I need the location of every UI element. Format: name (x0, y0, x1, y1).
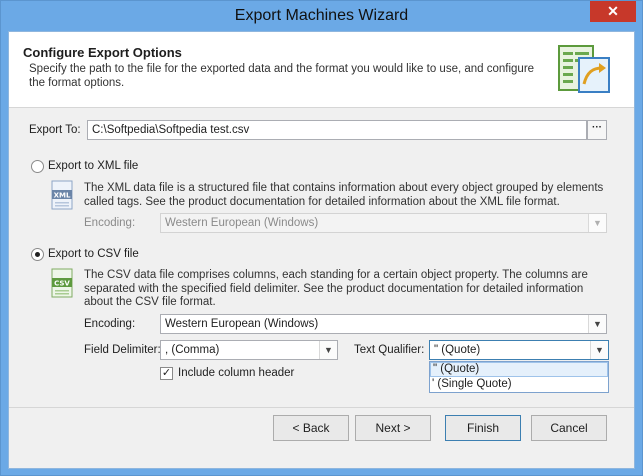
xml-encoding-select: Western European (Windows) ▼ (160, 213, 607, 233)
csv-encoding-label: Encoding: (84, 318, 136, 330)
dropdown-option-quote[interactable]: " (Quote) (430, 362, 608, 377)
close-icon: ✕ (607, 3, 619, 19)
wizard-window: Export Machines Wizard ✕ Configure Expor… (0, 0, 643, 476)
back-button[interactable]: < Back (273, 415, 349, 441)
chevron-down-icon: ▼ (588, 214, 606, 232)
export-to-label: Export To: (29, 124, 81, 136)
cancel-button[interactable]: Cancel (531, 415, 607, 441)
next-button[interactable]: Next > (355, 415, 431, 441)
csv-radio[interactable] (31, 248, 44, 261)
text-qualifier-label: Text Qualifier: (354, 344, 425, 356)
window-title: Export Machines Wizard (234, 7, 409, 24)
page-title: Configure Export Options (23, 45, 182, 60)
csv-encoding-value: Western European (Windows) (165, 318, 319, 330)
include-header-checkbox[interactable]: ✓ (160, 367, 173, 380)
wizard-header: Configure Export Options Specify the pat… (9, 32, 634, 108)
csv-description: The CSV data file comprises columns, eac… (84, 269, 588, 308)
chevron-down-icon: ▼ (319, 341, 337, 359)
xml-encoding-value: Western European (Windows) (165, 217, 319, 229)
xml-radio[interactable] (31, 160, 44, 173)
xml-encoding-label: Encoding: (84, 217, 136, 229)
field-delimiter-value: , (Comma) (165, 344, 220, 356)
wizard-client-area: Configure Export Options Specify the pat… (8, 31, 635, 469)
xml-description: The XML data file is a structured file t… (84, 182, 604, 208)
text-qualifier-dropdown: " (Quote) ' (Single Quote) (429, 361, 609, 393)
xml-radio-label[interactable]: Export to XML file (48, 160, 138, 172)
dropdown-option-single-quote[interactable]: ' (Single Quote) (430, 377, 608, 392)
text-qualifier-value: " (Quote) (434, 344, 481, 356)
chevron-down-icon: ▼ (588, 315, 606, 333)
text-qualifier-select[interactable]: " (Quote) ▼ (429, 340, 609, 360)
wizard-footer: < Back Next > Finish Cancel (9, 407, 634, 468)
close-button[interactable]: ✕ (590, 1, 636, 22)
chevron-down-icon: ▼ (590, 341, 608, 359)
include-header-label[interactable]: Include column header (178, 367, 294, 379)
title-bar[interactable]: Export Machines Wizard ✕ (1, 1, 642, 31)
csv-radio-label[interactable]: Export to CSV file (48, 248, 139, 260)
csv-encoding-select[interactable]: Western European (Windows) ▼ (160, 314, 607, 334)
field-delimiter-label: Field Delimiter: (84, 344, 161, 356)
export-path-input[interactable]: C:\Softpedia\Softpedia test.csv (87, 120, 587, 140)
export-document-icon (558, 45, 610, 93)
checkmark-icon: ✓ (161, 367, 172, 379)
csv-icon-text: CSV (54, 280, 70, 288)
xml-icon-text: XML (54, 192, 71, 200)
browse-button[interactable]: ··· (587, 120, 607, 140)
csv-file-icon: CSV (51, 268, 73, 298)
finish-button[interactable]: Finish (445, 415, 521, 441)
page-description: Specify the path to the file for the exp… (29, 63, 535, 89)
xml-file-icon: XML (51, 180, 73, 210)
field-delimiter-select[interactable]: , (Comma) ▼ (160, 340, 338, 360)
